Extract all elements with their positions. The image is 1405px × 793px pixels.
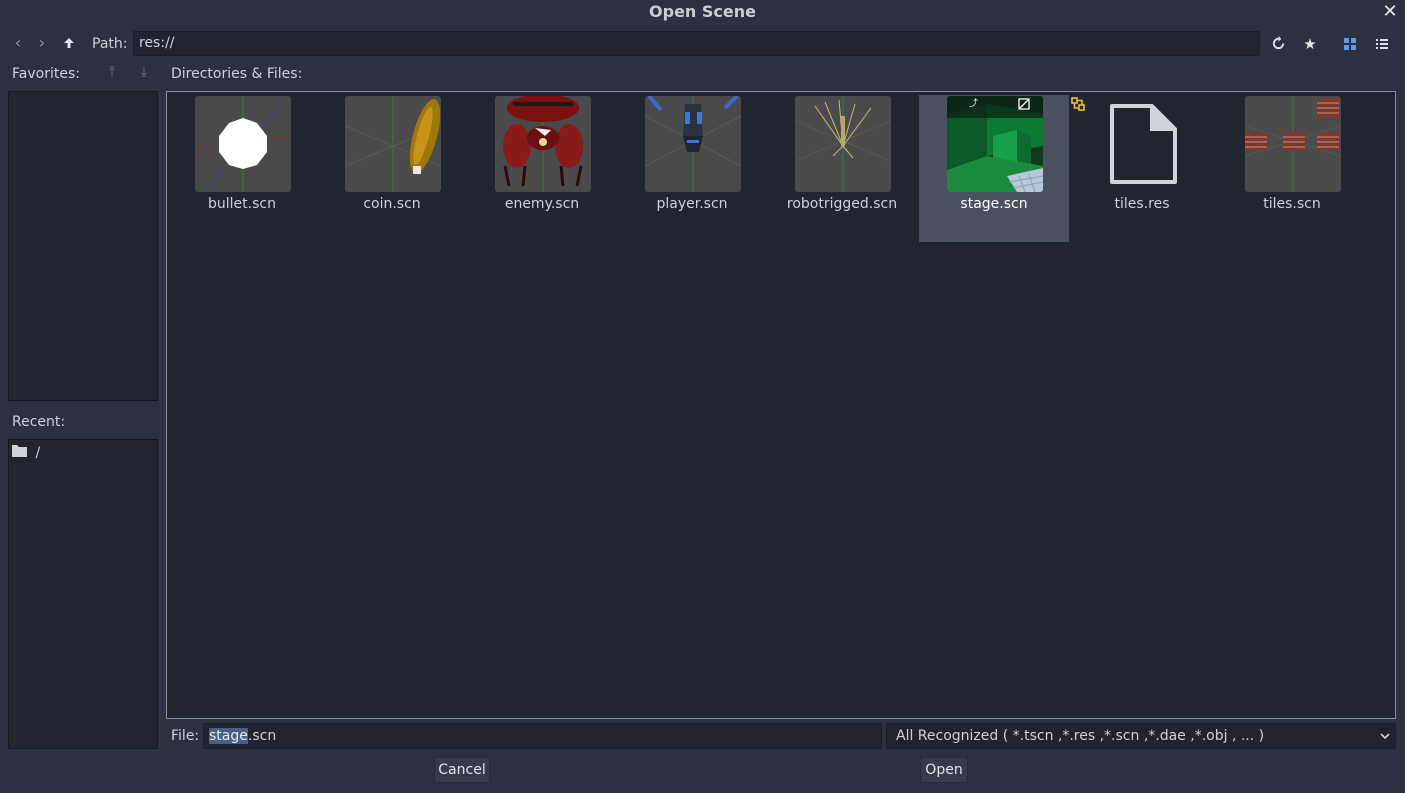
folder-icon — [12, 444, 27, 462]
scene-thumbnail-tiles — [1245, 96, 1341, 192]
file-name: tiles.res — [1114, 196, 1170, 212]
move-favorite-up-icon[interactable]: ⤒ — [104, 64, 120, 82]
file-label: File: — [171, 728, 200, 744]
path-input[interactable]: res:// — [133, 31, 1260, 56]
favorite-star-icon[interactable]: ★ — [1299, 33, 1321, 55]
cancel-button[interactable]: Cancel — [434, 757, 490, 783]
recent-item[interactable]: / — [12, 444, 40, 462]
file-item-bullet[interactable]: bullet.scn — [167, 95, 317, 242]
path-label: Path: — [92, 36, 128, 52]
file-item-player[interactable]: player.scn — [617, 95, 767, 242]
up-directory-icon[interactable] — [59, 33, 79, 55]
file-filter-value: All Recognized ( *.tscn ,*.res ,*.scn ,*… — [896, 728, 1265, 744]
move-favorite-down-icon[interactable]: ⤓ — [136, 64, 152, 82]
scene-thumbnail-coin — [345, 96, 441, 192]
file-name-input[interactable]: stage.scn — [203, 723, 882, 749]
file-name-selected-text: stage — [209, 728, 248, 744]
files-grid[interactable]: bullet.scn coin.scn enemy.scn player.scn… — [166, 91, 1396, 719]
file-item-stage[interactable]: ⤴ stage.scn — [919, 95, 1069, 242]
back-icon[interactable]: ‹ — [8, 33, 28, 55]
recent-list[interactable] — [8, 439, 158, 749]
files-label: Directories & Files: — [171, 66, 303, 82]
file-filter-select[interactable]: All Recognized ( *.tscn ,*.res ,*.scn ,*… — [886, 723, 1396, 749]
scene-thumbnail-enemy — [495, 96, 591, 192]
file-item-tiles-scn[interactable]: tiles.scn — [1217, 95, 1367, 242]
file-name: robotrigged.scn — [786, 196, 898, 212]
favorites-label: Favorites: — [12, 66, 80, 82]
open-button[interactable]: Open — [920, 757, 968, 783]
file-name: player.scn — [656, 196, 728, 212]
file-name: tiles.scn — [1263, 196, 1321, 212]
file-name: enemy.scn — [504, 196, 580, 212]
close-icon[interactable]: ✕ — [1380, 2, 1400, 22]
file-icon — [1095, 96, 1191, 192]
favorites-list[interactable] — [8, 91, 158, 401]
refresh-icon[interactable] — [1267, 33, 1289, 55]
recent-label: Recent: — [12, 414, 66, 430]
grid-view-icon[interactable] — [1339, 33, 1361, 55]
file-name-rest-text: .scn — [247, 728, 277, 744]
forward-icon[interactable]: › — [32, 33, 52, 55]
file-name: bullet.scn — [208, 196, 276, 212]
dialog-title: Open Scene — [649, 2, 756, 21]
scene-thumbnail-bullet — [195, 96, 291, 192]
scene-thumbnail-stage: ⤴ — [947, 96, 1043, 192]
tileset-badge-icon — [1071, 97, 1085, 111]
scene-thumbnail-robotrigged — [795, 96, 891, 192]
svg-text:⤴: ⤴ — [969, 97, 978, 109]
file-name: stage.scn — [960, 196, 1028, 212]
file-item-tiles-res[interactable]: tiles.res — [1067, 95, 1217, 242]
chevron-down-icon — [1379, 724, 1391, 750]
file-item-robotrigged[interactable]: robotrigged.scn — [767, 95, 917, 242]
recent-item-label: / — [35, 445, 41, 461]
file-name: coin.scn — [363, 196, 421, 212]
file-item-coin[interactable]: coin.scn — [317, 95, 467, 242]
list-view-icon[interactable] — [1371, 33, 1393, 55]
scene-thumbnail-player — [645, 96, 741, 192]
file-item-enemy[interactable]: enemy.scn — [467, 95, 617, 242]
